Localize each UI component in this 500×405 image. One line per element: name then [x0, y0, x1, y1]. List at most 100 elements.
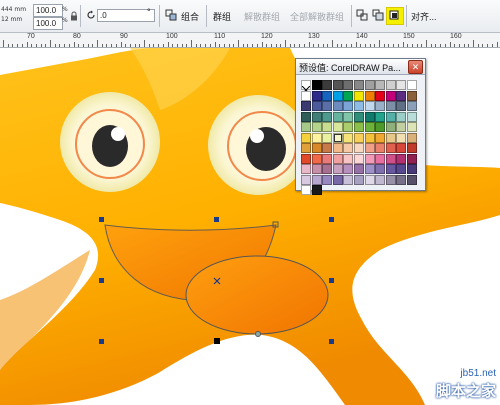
- color-swatch[interactable]: [375, 153, 386, 164]
- color-swatch[interactable]: [332, 153, 343, 164]
- color-swatch[interactable]: [364, 153, 375, 164]
- color-swatch[interactable]: [353, 132, 364, 143]
- color-swatch[interactable]: [364, 101, 375, 111]
- color-swatch[interactable]: [406, 143, 417, 153]
- color-swatch[interactable]: [364, 80, 375, 90]
- color-swatch[interactable]: [343, 153, 354, 164]
- color-swatch[interactable]: [406, 90, 417, 101]
- color-swatch[interactable]: [353, 101, 364, 111]
- color-swatch[interactable]: [406, 174, 417, 185]
- color-swatch[interactable]: [406, 164, 417, 174]
- color-swatch[interactable]: [311, 164, 322, 174]
- ungroup-disabled-button[interactable]: 解散群组: [244, 10, 280, 23]
- color-swatch[interactable]: [301, 164, 311, 174]
- color-swatch[interactable]: [301, 185, 311, 195]
- color-swatch[interactable]: [332, 132, 343, 143]
- color-swatch[interactable]: [375, 111, 386, 122]
- color-palette-window[interactable]: 预设值: CorelDRAW Pa... ✕: [295, 58, 426, 195]
- color-swatch[interactable]: [375, 80, 386, 90]
- bottom-center-handle[interactable]: [214, 338, 220, 344]
- color-swatch[interactable]: [332, 122, 343, 132]
- color-swatch[interactable]: [375, 132, 386, 143]
- color-swatch[interactable]: [406, 101, 417, 111]
- color-swatch[interactable]: [311, 185, 322, 195]
- color-swatch[interactable]: [301, 111, 311, 122]
- order-to-front-icon[interactable]: [386, 7, 404, 25]
- color-swatch[interactable]: [406, 132, 417, 143]
- color-swatch[interactable]: [332, 174, 343, 185]
- color-swatch[interactable]: [385, 153, 396, 164]
- color-swatch[interactable]: [396, 90, 407, 101]
- color-swatch[interactable]: [353, 90, 364, 101]
- color-swatch[interactable]: [343, 143, 354, 153]
- color-swatch[interactable]: [375, 90, 386, 101]
- color-swatch[interactable]: [385, 132, 396, 143]
- color-swatch[interactable]: [322, 90, 333, 101]
- color-swatch[interactable]: [311, 111, 322, 122]
- color-swatch[interactable]: [322, 122, 333, 132]
- color-swatch[interactable]: [385, 101, 396, 111]
- palette-title-bar[interactable]: 预设值: CorelDRAW Pa... ✕: [296, 59, 425, 75]
- color-swatch[interactable]: [301, 90, 311, 101]
- color-swatch[interactable]: [406, 122, 417, 132]
- color-swatch[interactable]: [332, 101, 343, 111]
- color-swatch[interactable]: [332, 143, 343, 153]
- color-swatch[interactable]: [311, 153, 322, 164]
- color-swatch[interactable]: [396, 101, 407, 111]
- close-icon[interactable]: ✕: [408, 60, 423, 74]
- color-swatch[interactable]: [332, 90, 343, 101]
- color-swatch[interactable]: [343, 122, 354, 132]
- color-swatch[interactable]: [396, 164, 407, 174]
- color-swatch[interactable]: [353, 164, 364, 174]
- color-swatch[interactable]: [375, 164, 386, 174]
- color-swatch[interactable]: [343, 132, 354, 143]
- color-swatch[interactable]: [311, 132, 322, 143]
- color-swatch[interactable]: [322, 111, 333, 122]
- color-swatch[interactable]: [322, 174, 333, 185]
- color-swatch[interactable]: [353, 111, 364, 122]
- ungroup-button[interactable]: 群组: [213, 10, 231, 23]
- color-swatch[interactable]: [385, 174, 396, 185]
- color-swatch[interactable]: [311, 80, 322, 90]
- color-swatch[interactable]: [353, 174, 364, 185]
- no-color-swatch[interactable]: [301, 80, 311, 95]
- color-swatch[interactable]: [385, 143, 396, 153]
- color-swatch[interactable]: [375, 122, 386, 132]
- color-swatch[interactable]: [353, 143, 364, 153]
- color-swatch[interactable]: [396, 111, 407, 122]
- color-swatch[interactable]: [364, 90, 375, 101]
- color-swatch[interactable]: [396, 174, 407, 185]
- node-handle[interactable]: [255, 331, 261, 337]
- color-swatch[interactable]: [364, 122, 375, 132]
- color-swatch[interactable]: [353, 122, 364, 132]
- color-swatch[interactable]: [311, 122, 322, 132]
- color-swatch[interactable]: [322, 153, 333, 164]
- color-swatch[interactable]: [343, 90, 354, 101]
- color-swatch[interactable]: [343, 164, 354, 174]
- scale-x-input[interactable]: 100.0: [33, 4, 63, 17]
- color-swatch[interactable]: [343, 111, 354, 122]
- color-swatch[interactable]: [406, 80, 417, 90]
- color-swatch[interactable]: [301, 143, 311, 153]
- color-swatch[interactable]: [375, 174, 386, 185]
- color-swatch[interactable]: [364, 164, 375, 174]
- combine-icon[interactable]: [355, 8, 369, 22]
- align-button[interactable]: 对齐...: [411, 10, 437, 23]
- color-swatch[interactable]: [396, 153, 407, 164]
- color-swatch[interactable]: [353, 80, 364, 90]
- pos-y-value[interactable]: 12 mm: [1, 16, 22, 24]
- color-swatch[interactable]: [322, 143, 333, 153]
- color-swatch[interactable]: [343, 174, 354, 185]
- color-swatch[interactable]: [311, 174, 322, 185]
- color-swatch[interactable]: [396, 132, 407, 143]
- color-swatch[interactable]: [332, 111, 343, 122]
- group-button[interactable]: 组合: [181, 10, 199, 23]
- break-apart-icon[interactable]: [371, 8, 385, 22]
- color-swatch[interactable]: [311, 90, 322, 101]
- group-icon[interactable]: [164, 8, 178, 22]
- color-swatch[interactable]: [301, 122, 311, 132]
- color-swatch[interactable]: [301, 174, 311, 185]
- color-swatch[interactable]: [353, 153, 364, 164]
- color-swatch[interactable]: [385, 164, 396, 174]
- color-swatch[interactable]: [322, 101, 333, 111]
